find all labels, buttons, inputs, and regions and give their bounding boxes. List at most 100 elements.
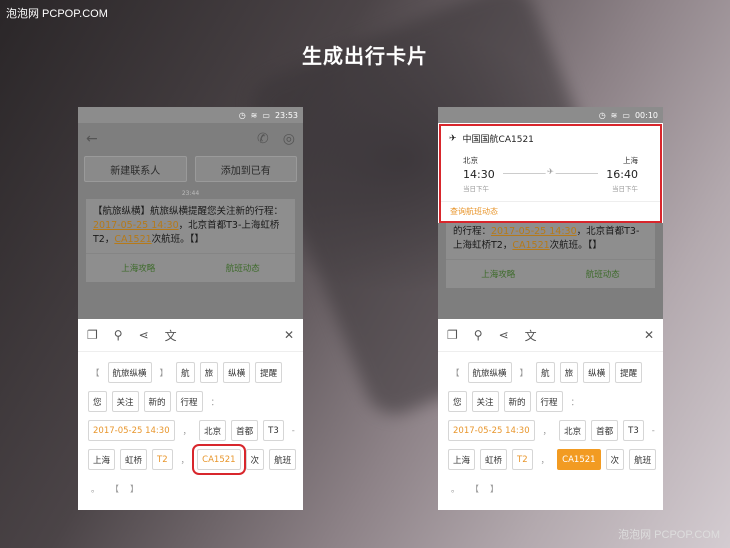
word-chip[interactable]: ， (178, 449, 193, 470)
date-chip[interactable]: 2017-05-25 14:30 (448, 420, 535, 441)
word-chip[interactable]: 航班 (629, 449, 657, 470)
word-chip[interactable]: 关注 (471, 391, 499, 412)
search-icon[interactable]: ⚲ (114, 328, 123, 342)
word-chip[interactable]: 】 (157, 362, 172, 383)
word-chip[interactable]: 提醒 (255, 362, 283, 383)
word-chip[interactable]: 虹桥 (480, 449, 508, 470)
share-icon[interactable]: ⋖ (139, 328, 149, 342)
word-chip[interactable]: 。 (448, 478, 463, 499)
chip-row: 上海 虹桥 T2 ， CA1521 次 航班 (448, 445, 657, 474)
shanghai-guide-link[interactable]: 上海攻略 (446, 268, 551, 280)
route-plane-icon: ✈ (545, 167, 556, 176)
translate-icon[interactable]: 文 (525, 327, 537, 344)
word-chip[interactable]: 次 (245, 449, 265, 470)
flight-status-link[interactable]: 航班动态 (191, 262, 296, 274)
airplane-icon: ✈ (449, 133, 457, 144)
date-chip[interactable]: 2017-05-25 14:30 (88, 420, 175, 441)
word-chip[interactable]: 航旅纵横 (467, 362, 512, 383)
word-selection-sheet: ❐ ⚲ ⋖ 文 ✕ 【 航旅纵横 】 航 旅 纵横 提醒 您 关注 新的 行程 … (438, 319, 663, 510)
word-chip[interactable]: T3 (263, 420, 284, 441)
word-chip[interactable]: 航 (176, 362, 195, 383)
add-to-existing-button[interactable]: 添加到已有 (194, 156, 297, 182)
word-chip[interactable]: 首都 (591, 420, 619, 441)
word-chip[interactable]: 上海 (88, 449, 116, 470)
word-chip[interactable]: 您 (88, 391, 107, 412)
share-icon[interactable]: ⋖ (499, 328, 509, 342)
chip-row: 【 航旅纵横 】 航 旅 纵横 提醒 (88, 358, 293, 387)
word-chip[interactable]: 首都 (231, 420, 259, 441)
flight-number-chip[interactable]: CA1521 (192, 444, 246, 475)
word-chip[interactable]: 行程 (535, 391, 563, 412)
query-flight-status-link[interactable]: 查询航班动态 (441, 202, 660, 221)
word-chip[interactable]: 您 (448, 391, 467, 412)
word-chip[interactable]: 【 (108, 478, 123, 499)
word-chip[interactable]: 北京 (559, 420, 587, 441)
word-chip[interactable]: 纵横 (223, 362, 251, 383)
word-chip[interactable]: ， (180, 420, 195, 441)
phone-call-icon[interactable]: ✆ (257, 131, 269, 147)
close-icon[interactable]: ✕ (644, 328, 654, 342)
to-sub: 当日下午 (612, 185, 638, 193)
word-chips: 【 航旅纵横 】 航 旅 纵横 提醒 您 关注 新的 行程 ： 2017-05-… (438, 352, 663, 503)
copy-icon[interactable]: ❐ (447, 328, 458, 342)
word-chip[interactable]: 行程 (175, 391, 203, 412)
word-chip[interactable]: 新的 (143, 391, 171, 412)
chip-row: 【 航旅纵横 】 航 旅 纵横 提醒 (448, 358, 653, 387)
selection-toolbar: ❐ ⚲ ⋖ 文 ✕ (78, 319, 303, 352)
battery-icon: ▭ (262, 110, 270, 120)
date-link[interactable]: 2017-05-25 14:30 (93, 220, 179, 231)
close-icon[interactable]: ✕ (284, 328, 294, 342)
word-chip[interactable]: T2 (512, 449, 533, 470)
word-chip[interactable]: 】 (487, 478, 502, 499)
new-contact-button[interactable]: 新建联系人 (84, 156, 187, 182)
copy-icon[interactable]: ❐ (87, 328, 98, 342)
translate-icon[interactable]: 文 (165, 327, 177, 344)
to-time: 16:40 (606, 168, 638, 181)
word-chip[interactable]: 【 (88, 362, 103, 383)
contact-icon[interactable]: ◎ (283, 131, 295, 147)
word-chip[interactable]: ， (538, 449, 553, 470)
word-chip[interactable]: 关注 (111, 391, 139, 412)
word-chip[interactable]: ： (568, 391, 583, 412)
word-chips: 【 航旅纵横 】 航 旅 纵横 提醒 您 关注 新的 行程 ： 2017-05-… (78, 352, 303, 503)
word-chip[interactable]: 】 (517, 362, 532, 383)
word-chip[interactable]: 航旅纵横 (107, 362, 152, 383)
word-chip[interactable]: 。 (88, 478, 103, 499)
to-city: 上海 (623, 156, 638, 165)
word-chip[interactable]: 【 (468, 478, 483, 499)
word-chip[interactable]: 提醒 (615, 362, 643, 383)
shanghai-guide-link[interactable]: 上海攻略 (86, 262, 191, 274)
flight-number-chip-selected[interactable]: CA1521 (557, 449, 601, 470)
flight-link[interactable]: CA1521 (512, 240, 549, 251)
chip-row: 。 【 】 (88, 474, 293, 503)
flight-status-link[interactable]: 航班动态 (551, 268, 656, 280)
flight-link[interactable]: CA1521 (114, 234, 151, 245)
word-chip[interactable]: - (289, 420, 298, 441)
word-chip[interactable]: 次 (605, 449, 625, 470)
back-arrow-icon[interactable]: ← (86, 131, 98, 147)
word-chip[interactable]: T2 (152, 449, 173, 470)
word-chip[interactable]: 【 (448, 362, 463, 383)
word-chip[interactable]: 新的 (503, 391, 531, 412)
word-chip[interactable]: 航 (536, 362, 555, 383)
word-chip[interactable]: ： (208, 391, 223, 412)
word-chip[interactable]: - (649, 420, 658, 441)
word-chip[interactable]: 旅 (559, 362, 579, 383)
message-text-3: 次航班。【】 (151, 234, 204, 245)
word-chip[interactable]: 北京 (199, 420, 227, 441)
word-chip[interactable]: T3 (623, 420, 644, 441)
dimmed-chat: ← ✆ ◎ 新建联系人 添加到已有 23:44 【航旅纵横】航旅纵横提醒您关注新… (78, 123, 303, 319)
date-link[interactable]: 2017-05-25 14:30 (491, 226, 577, 237)
flight-card[interactable]: ✈ 中国国航CA1521 北京 14:30 当日下午 ✈ 上海 16:40 当日… (439, 124, 662, 223)
word-chip[interactable]: 航班 (269, 449, 297, 470)
word-chip[interactable]: 上海 (448, 449, 476, 470)
word-chip[interactable]: ， (540, 420, 555, 441)
alarm-icon: ◷ (598, 110, 606, 120)
status-time: 23:53 (274, 110, 298, 120)
word-chip[interactable]: 纵横 (583, 362, 611, 383)
word-chip[interactable]: 】 (127, 478, 142, 499)
search-icon[interactable]: ⚲ (474, 328, 483, 342)
word-chip[interactable]: 虹桥 (120, 449, 148, 470)
word-chip[interactable]: 旅 (199, 362, 219, 383)
selection-toolbar: ❐ ⚲ ⋖ 文 ✕ (438, 319, 663, 352)
